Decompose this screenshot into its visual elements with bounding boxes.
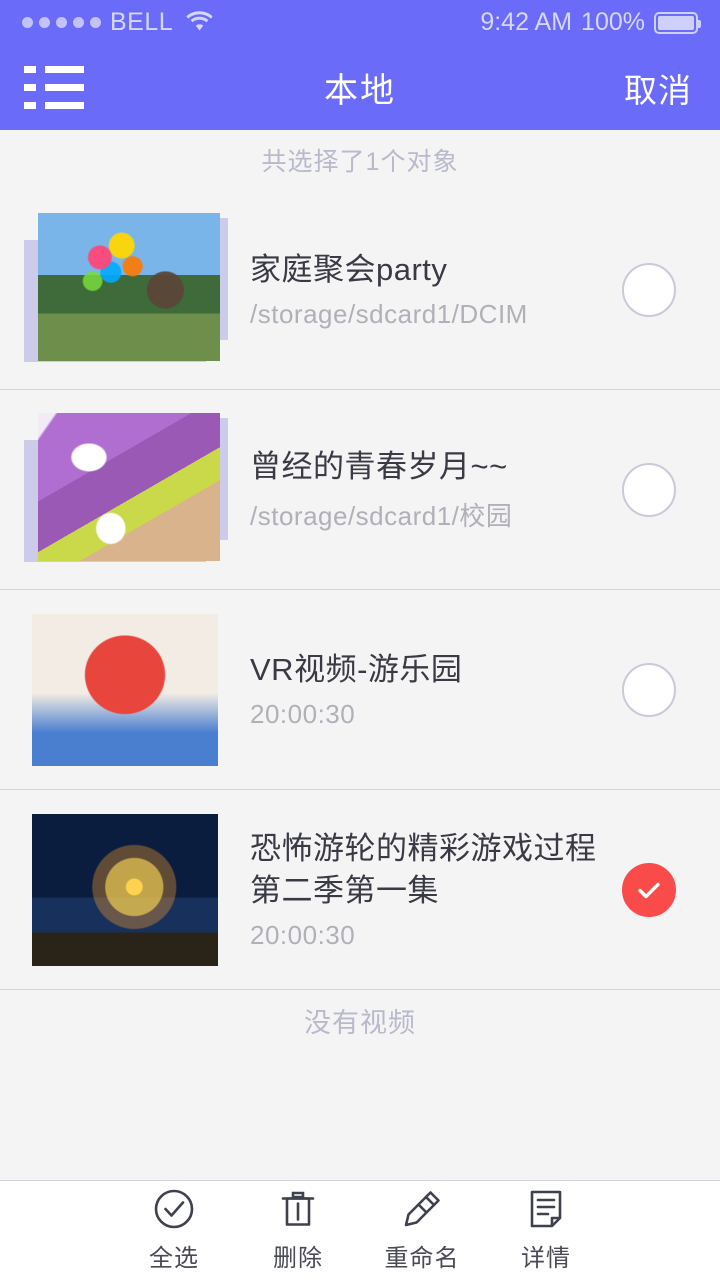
- item-subtitle: 20:00:30: [250, 920, 356, 950]
- document-icon: [527, 1188, 565, 1230]
- rename-button[interactable]: 重命名: [360, 1181, 484, 1280]
- bottom-toolbar: 全选 删除 重命名 详情: [0, 1180, 720, 1280]
- item-title: 家庭聚会party: [250, 252, 448, 287]
- list-item[interactable]: 曾经的青春岁月~~ /storage/sdcard1/校园: [0, 390, 720, 590]
- list-item[interactable]: 恐怖游轮的精彩游戏过程 第二季第一集 20:00:30: [0, 790, 720, 990]
- item-title: 恐怖游轮的精彩游戏过程 第二季第一集: [250, 831, 597, 908]
- battery-percent-label: 100%: [581, 8, 645, 36]
- check-icon: [638, 882, 660, 898]
- details-label: 详情: [521, 1245, 571, 1272]
- item-subtitle: 20:00:30: [250, 699, 356, 729]
- select-all-button[interactable]: 全选: [112, 1181, 236, 1280]
- check-circle-icon: [153, 1188, 195, 1230]
- thumbnail-family-party: [38, 212, 220, 361]
- thumbnail-container: [0, 390, 250, 590]
- item-checkbox[interactable]: [622, 262, 676, 317]
- cancel-button[interactable]: 取消: [624, 64, 692, 112]
- page-title: 本地: [324, 72, 396, 110]
- selection-summary: 共选择了1个对象: [261, 148, 459, 176]
- item-meta: 恐怖游轮的精彩游戏过程 第二季第一集 20:00:30: [250, 828, 622, 951]
- item-meta: VR视频-游乐园 20:00:30: [250, 649, 622, 730]
- item-title: VR视频-游乐园: [250, 652, 463, 687]
- delete-label: 删除: [273, 1245, 323, 1272]
- status-bar-left: BELL: [22, 8, 213, 37]
- status-bar-right: 9:42 AM 100%: [480, 8, 701, 37]
- media-list: 家庭聚会party /storage/sdcard1/DCIM 曾经的青春岁月~…: [0, 190, 720, 990]
- list-item[interactable]: 家庭聚会party /storage/sdcard1/DCIM: [0, 190, 720, 390]
- list-item[interactable]: VR视频-游乐园 20:00:30: [0, 590, 720, 790]
- thumbnail-vr-video: [32, 613, 218, 766]
- thumbnail-skateboard: [38, 412, 220, 561]
- item-checkbox[interactable]: [622, 662, 676, 717]
- item-checkbox[interactable]: [622, 462, 676, 517]
- thumbnail-container: [0, 590, 250, 790]
- nav-bar: 本地 取消: [0, 45, 720, 130]
- signal-strength-icon: [22, 17, 101, 28]
- details-button[interactable]: 详情: [484, 1181, 608, 1280]
- item-subtitle: /storage/sdcard1/校园: [250, 501, 513, 531]
- pencil-icon: [401, 1188, 443, 1230]
- empty-state-label: 没有视频: [304, 1007, 416, 1038]
- thumbnail-container: [0, 790, 250, 990]
- clock-label: 9:42 AM: [480, 8, 573, 36]
- item-meta: 曾经的青春岁月~~ /storage/sdcard1/校园: [250, 446, 622, 533]
- thumbnail-ferris-wheel: [32, 813, 218, 966]
- app-root: BELL 9:42 AM 100% 本地 取消 共选择了1个对象 家庭聚会par…: [0, 0, 720, 1280]
- item-checkbox[interactable]: [622, 862, 676, 917]
- item-subtitle: /storage/sdcard1/DCIM: [250, 299, 528, 329]
- wifi-icon: [186, 10, 213, 36]
- status-bar: BELL 9:42 AM 100%: [0, 0, 720, 45]
- item-meta: 家庭聚会party /storage/sdcard1/DCIM: [250, 249, 622, 330]
- thumbnail-container: [0, 190, 250, 390]
- delete-button[interactable]: 删除: [236, 1181, 360, 1280]
- rename-label: 重命名: [384, 1245, 460, 1272]
- select-all-label: 全选: [149, 1245, 199, 1272]
- item-title: 曾经的青春岁月~~: [250, 449, 508, 484]
- battery-full-icon: [654, 11, 701, 34]
- trash-icon: [278, 1188, 318, 1230]
- carrier-label: BELL: [110, 8, 174, 36]
